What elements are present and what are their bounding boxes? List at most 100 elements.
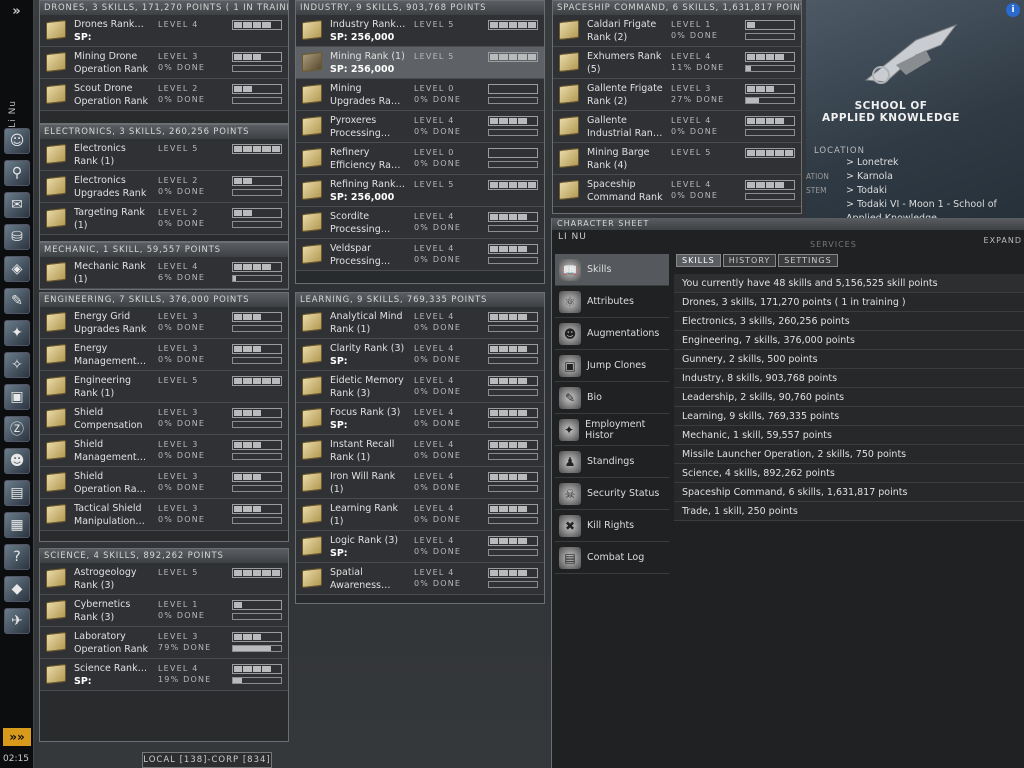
skill-row[interactable]: Astrogeology Rank (3) LEVEL 5 [40, 563, 288, 595]
expand-neocom-button[interactable]: » [0, 0, 33, 22]
journal-icon[interactable]: ✎ [4, 288, 30, 314]
skill-group-row[interactable]: Electronics, 3 skills, 260,256 points [674, 312, 1024, 331]
skill-row[interactable]: Tactical Shield Manipulation Rank LEVEL 3… [40, 499, 288, 531]
skill-row[interactable]: Caldari Frigate Rank (2) LEVEL 1 0% DONE [553, 15, 801, 47]
skill-group-row[interactable]: Drones, 3 skills, 171,270 points ( 1 in … [674, 293, 1024, 312]
character-portrait-icon[interactable]: ☺ [4, 128, 30, 154]
skill-row[interactable]: Scout Drone Operation Rank LEVEL 2 0% DONE [40, 79, 288, 111]
group-header-mechanic[interactable]: MECHANIC, 1 SKILL, 59,557 POINTS [40, 243, 288, 257]
skill-row[interactable]: Targeting Rank (1) LEVEL 2 0% DONE [40, 203, 288, 235]
skill-row[interactable]: Mining Rank (1) SP: 256,000 LEVEL 5 [296, 47, 544, 79]
group-header-science[interactable]: SCIENCE, 4 SKILLS, 892,262 POINTS [40, 549, 288, 563]
nav-item-jump-clones[interactable]: ▣ Jump Clones [555, 350, 669, 382]
nav-item-employment-histor[interactable]: ✦ Employment Histor [555, 414, 669, 446]
skill-row[interactable]: Mechanic Rank (1) LEVEL 4 6% DONE [40, 257, 288, 289]
skill-row[interactable]: Focus Rank (3) SP: LEVEL 4 0% DONE [296, 403, 544, 435]
skill-row[interactable]: Energy Grid Upgrades Rank LEVEL 3 0% DONE [40, 307, 288, 339]
skill-row[interactable]: Mining Barge Rank (4) LEVEL 5 [553, 143, 801, 175]
chat-channel-tab[interactable]: LOCAL [138]-CORP [834] [142, 752, 272, 768]
group-header-electronics[interactable]: ELECTRONICS, 3 SKILLS, 260,256 POINTS [40, 125, 288, 139]
character-sheet-title[interactable]: CHARACTER SHEET [552, 218, 1024, 230]
skill-row[interactable]: Electronics Rank (1) LEVEL 5 [40, 139, 288, 171]
skill-row[interactable]: Spatial Awareness Rank (1) LEVEL 4 0% DONE [296, 563, 544, 595]
skill-row[interactable]: Refining Rank (1) SP: 256,000 LEVEL 5 [296, 175, 544, 207]
expand-label[interactable]: EXPAND [984, 236, 1022, 245]
map-icon[interactable]: ◈ [4, 256, 30, 282]
skill-level-text: LEVEL 5 [158, 568, 199, 577]
skill-row[interactable]: Science Rank (1) SP: LEVEL 4 19% DONE [40, 659, 288, 691]
location-row-value[interactable]: Lonetrek [857, 157, 899, 168]
nav-item-augmentations[interactable]: ☻ Augmentations [555, 318, 669, 350]
skill-group-row[interactable]: Learning, 9 skills, 769,335 points [674, 407, 1024, 426]
skill-row[interactable]: Iron Will Rank (1) LEVEL 4 0% DONE [296, 467, 544, 499]
skill-row[interactable]: Gallente Frigate Rank (2) LEVEL 3 27% DONE [553, 79, 801, 111]
skill-row[interactable]: Scordite Processing Rank LEVEL 4 0% DONE [296, 207, 544, 239]
skill-group-row[interactable]: Engineering, 7 skills, 376,000 points [674, 331, 1024, 350]
skill-row[interactable]: Mining Upgrades Rank (4) LEVEL 0 0% DONE [296, 79, 544, 111]
nav-item-bio[interactable]: ✎ Bio [555, 382, 669, 414]
location-row-value[interactable]: Todaki [857, 185, 887, 196]
skill-row[interactable]: Logic Rank (3) SP: LEVEL 4 0% DONE [296, 531, 544, 563]
skill-row[interactable]: Learning Rank (1) LEVEL 4 0% DONE [296, 499, 544, 531]
help-icon[interactable]: ? [4, 544, 30, 570]
skill-group-row[interactable]: Science, 4 skills, 892,262 points [674, 464, 1024, 483]
group-header-spaceship-command[interactable]: SPACESHIP COMMAND, 6 SKILLS, 1,631,817 P… [553, 1, 801, 15]
info-icon[interactable]: i [1006, 3, 1020, 17]
skill-row[interactable]: Shield Operation Rank (1) LEVEL 3 0% DONE [40, 467, 288, 499]
skill-group-row[interactable]: Gunnery, 2 skills, 500 points [674, 350, 1024, 369]
skill-group-row[interactable]: Missile Launcher Operation, 2 skills, 75… [674, 445, 1024, 464]
tab-skills[interactable]: SKILLS [676, 254, 721, 267]
skill-row[interactable]: Cybernetics Rank (3) LEVEL 1 0% DONE [40, 595, 288, 627]
skill-row[interactable]: Veldspar Processing Rank LEVEL 4 0% DONE [296, 239, 544, 271]
skill-row[interactable]: Electronics Upgrades Rank LEVEL 2 0% DONE [40, 171, 288, 203]
skill-row[interactable]: Clarity Rank (3) SP: LEVEL 4 0% DONE [296, 339, 544, 371]
calculator-icon[interactable]: ▦ [4, 512, 30, 538]
fleet-icon[interactable]: ✧ [4, 352, 30, 378]
group-header-engineering[interactable]: ENGINEERING, 7 SKILLS, 376,000 POINTS [40, 293, 288, 307]
search-icon[interactable]: ⚲ [4, 160, 30, 186]
starmap-icon[interactable]: ✦ [4, 320, 30, 346]
skill-row[interactable]: Energy Management Rank LEVEL 3 0% DONE [40, 339, 288, 371]
group-header-drones[interactable]: DRONES, 3 SKILLS, 171,270 POINTS ( 1 IN … [40, 1, 288, 15]
nav-item-security-status[interactable]: ☠ Security Status [555, 478, 669, 510]
nav-item-attributes[interactable]: ⚛ Attributes [555, 286, 669, 318]
skill-row[interactable]: Engineering Rank (1) LEVEL 5 [40, 371, 288, 403]
skill-group-row[interactable]: Industry, 8 skills, 903,768 points [674, 369, 1024, 388]
skill-row[interactable]: Industry Rank (1) SP: 256,000 LEVEL 5 [296, 15, 544, 47]
skill-row[interactable]: Drones Rank (1) SP: LEVEL 4 [40, 15, 288, 47]
skill-row[interactable]: Gallente Industrial Rank (4) LEVEL 4 0% DO… [553, 111, 801, 143]
skill-row[interactable]: Exhumers Rank (5) LEVEL 4 11% DONE [553, 47, 801, 79]
nav-item-standings[interactable]: ♟ Standings [555, 446, 669, 478]
skill-group-row[interactable]: Trade, 1 skill, 250 points [674, 502, 1024, 521]
nav-item-skills[interactable]: 📖 Skills [555, 254, 669, 286]
location-row-value[interactable]: Karnola [857, 171, 893, 182]
skill-row[interactable]: Spaceship Command Rank LEVEL 4 0% DONE [553, 175, 801, 207]
mail-icon[interactable]: ✉ [4, 192, 30, 218]
skill-group-row[interactable]: Mechanic, 1 skill, 59,557 points [674, 426, 1024, 445]
nav-item-kill-rights[interactable]: ✖ Kill Rights [555, 510, 669, 542]
ship-icon[interactable]: ◆ [4, 576, 30, 602]
skill-row[interactable]: Laboratory Operation Rank LEVEL 3 79% DONE [40, 627, 288, 659]
skill-row[interactable]: Shield Compensation LEVEL 3 0% DONE [40, 403, 288, 435]
tab-history[interactable]: HISTORY [722, 254, 777, 267]
skill-row[interactable]: Analytical Mind Rank (1) LEVEL 4 0% DONE [296, 307, 544, 339]
skill-row[interactable]: Shield Management Rank LEVEL 3 0% DONE [40, 435, 288, 467]
assets-icon[interactable]: Ⓩ [4, 416, 30, 442]
notepad-icon[interactable]: ▤ [4, 480, 30, 506]
group-header-learning[interactable]: LEARNING, 9 SKILLS, 769,335 POINTS [296, 293, 544, 307]
skill-row[interactable]: Mining Drone Operation Rank LEVEL 3 0% DON… [40, 47, 288, 79]
market-icon[interactable]: ⛁ [4, 224, 30, 250]
skill-row[interactable]: Eidetic Memory Rank (3) LEVEL 4 0% DONE [296, 371, 544, 403]
skill-row[interactable]: Refinery Efficiency Rank (3) LEVEL 0 0% DO… [296, 143, 544, 175]
skill-group-row[interactable]: Spaceship Command, 6 skills, 1,631,817 p… [674, 483, 1024, 502]
nav-item-combat-log[interactable]: ▤ Combat Log [555, 542, 669, 574]
skill-row[interactable]: Pyroxeres Processing Rank LEVEL 4 0% DONE [296, 111, 544, 143]
skill-group-row[interactable]: Leadership, 2 skills, 90,760 points [674, 388, 1024, 407]
cargo-icon[interactable]: ▣ [4, 384, 30, 410]
skill-row[interactable]: Instant Recall Rank (1) LEVEL 4 0% DONE [296, 435, 544, 467]
drone-icon[interactable]: ✈ [4, 608, 30, 634]
group-header-industry[interactable]: INDUSTRY, 9 SKILLS, 903,768 POINTS [296, 1, 544, 15]
tab-settings[interactable]: SETTINGS [778, 254, 838, 267]
people-icon[interactable]: ☻ [4, 448, 30, 474]
autopilot-arrow-icon[interactable]: »» [3, 728, 31, 746]
